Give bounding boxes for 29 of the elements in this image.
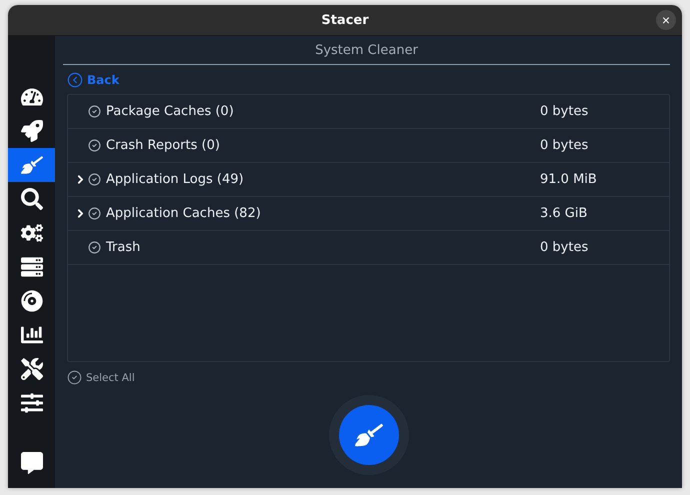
category-row[interactable]: Application Logs (49) 91.0 MiB	[68, 163, 669, 197]
category-row[interactable]: Crash Reports (0) 0 bytes	[68, 129, 669, 163]
cleaner-icon[interactable]	[8, 148, 55, 182]
checkbox[interactable]	[88, 173, 101, 186]
close-button[interactable]: ×	[656, 10, 676, 30]
category-size: 3.6 GiB	[540, 206, 588, 221]
checkbox[interactable]	[88, 241, 101, 254]
checkbox[interactable]	[88, 139, 101, 152]
category-size: 91.0 MiB	[540, 172, 598, 187]
clean-button[interactable]	[338, 405, 398, 465]
category-name: Crash Reports (0)	[106, 138, 221, 153]
broom-icon	[354, 421, 382, 449]
category-row[interactable]: Package Caches (0) 0 bytes	[68, 95, 669, 129]
category-size: 0 bytes	[540, 240, 590, 255]
category-name: Application Logs (49)	[106, 172, 245, 187]
category-name: Application Caches (82)	[106, 206, 262, 221]
checkbox[interactable]	[88, 105, 101, 118]
checkbox[interactable]	[88, 207, 101, 220]
category-row[interactable]: Trash 0 bytes	[68, 231, 669, 265]
window-title: Stacer	[321, 12, 369, 28]
select-all-checkbox[interactable]: Select All	[67, 370, 135, 385]
check-icon	[67, 370, 82, 385]
back-icon	[67, 72, 83, 88]
category-name: Package Caches (0)	[106, 104, 235, 119]
category-name: Trash	[106, 240, 142, 255]
page-title: System Cleaner	[315, 42, 418, 58]
category-row[interactable]: Application Caches (82) 3.6 GiB	[68, 197, 669, 231]
category-size: 0 bytes	[540, 104, 590, 119]
category-size: 0 bytes	[540, 138, 590, 153]
